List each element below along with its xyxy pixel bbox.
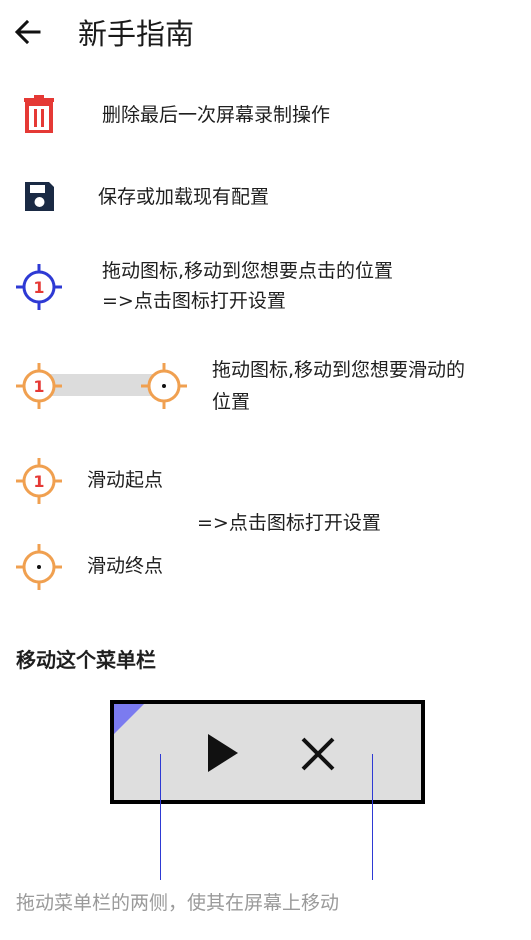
swipe-line1: 拖动图标,移动到您想要滑动的 [212, 359, 466, 381]
page-title: 新手指南 [78, 17, 195, 51]
right-pointer-line [372, 754, 373, 880]
back-button[interactable] [6, 14, 50, 54]
swipe-end-icon [141, 363, 187, 413]
trash-icon [22, 95, 56, 137]
save-load-description: 保存或加载现有配置 [98, 186, 270, 208]
swipe-start-badge: 1 [33, 377, 44, 396]
swipe-start-point-icon: 1 [16, 458, 62, 508]
play-icon[interactable] [204, 732, 242, 778]
left-pointer-line [160, 754, 161, 880]
arrow-left-icon [14, 18, 42, 50]
swipe-line2: 位置 [212, 391, 251, 413]
floppy-disk-icon [23, 180, 56, 217]
move-menu-hint: 拖动菜单栏的两侧，使其在屏幕上移动 [16, 892, 340, 914]
floating-menu-bar[interactable] [110, 700, 425, 804]
swipe-start-label: 滑动起点 [87, 469, 164, 491]
swipe-start-point-badge: 1 [33, 472, 44, 491]
click-target-icon: 1 [16, 264, 62, 314]
swipe-open-settings: =>点击图标打开设置 [197, 512, 381, 534]
click-target-line1: 拖动图标,移动到您想要点击的位置 [102, 260, 394, 282]
close-icon[interactable] [300, 736, 336, 776]
move-menu-title: 移动这个菜单栏 [16, 648, 156, 672]
click-target-badge: 1 [33, 278, 44, 297]
menu-corner-triangle [114, 704, 144, 738]
delete-last-description: 删除最后一次屏幕录制操作 [102, 104, 331, 126]
swipe-start-icon: 1 [16, 363, 62, 413]
swipe-end-point-icon [16, 544, 62, 594]
click-target-line2: =>点击图标打开设置 [102, 290, 286, 312]
swipe-end-label: 滑动终点 [87, 555, 164, 577]
